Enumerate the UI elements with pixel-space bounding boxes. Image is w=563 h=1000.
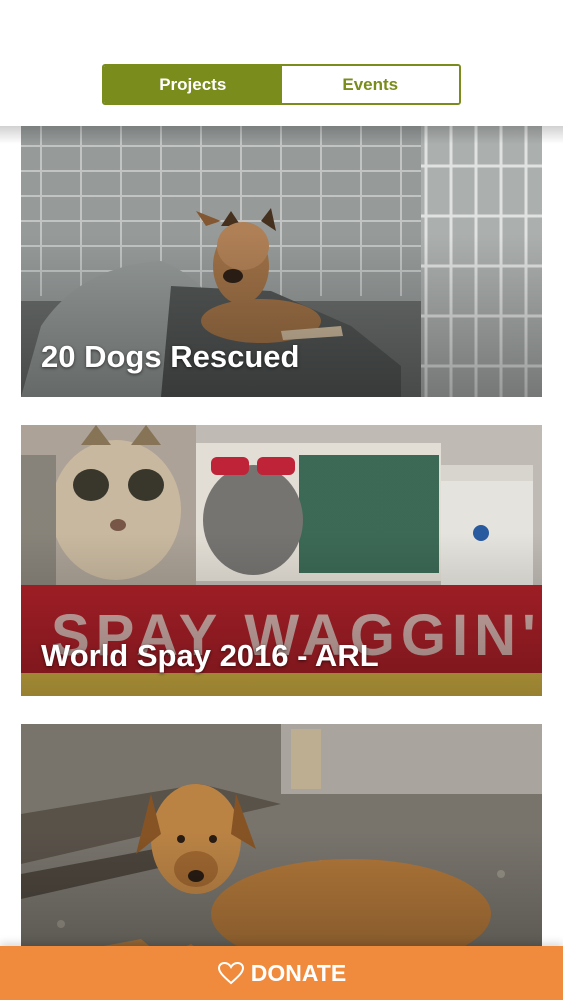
- donate-label: DONATE: [250, 959, 347, 986]
- project-title: World Spay 2016 - ARL: [41, 638, 379, 673]
- project-card[interactable]: [21, 724, 542, 946]
- tab-projects[interactable]: Projects: [104, 66, 282, 103]
- projects-list[interactable]: 20 Dogs Rescued World Spay 2016 - ARL: [0, 126, 563, 946]
- tab-events[interactable]: Events: [281, 66, 459, 103]
- donate-button[interactable]: DONATE: [0, 946, 563, 1000]
- card-gradient-overlay: [21, 724, 542, 946]
- tab-switcher: Projects Events: [102, 64, 461, 105]
- project-card[interactable]: 20 Dogs Rescued: [21, 126, 542, 397]
- project-title: 20 Dogs Rescued: [41, 339, 300, 374]
- heart-outline-icon: [217, 961, 245, 985]
- project-card[interactable]: SPAY WAGGIN' World Spay 2016 - ARL: [21, 425, 542, 696]
- app-screen: Projects Events 20 Dogs Rescued World Sp…: [0, 0, 563, 1000]
